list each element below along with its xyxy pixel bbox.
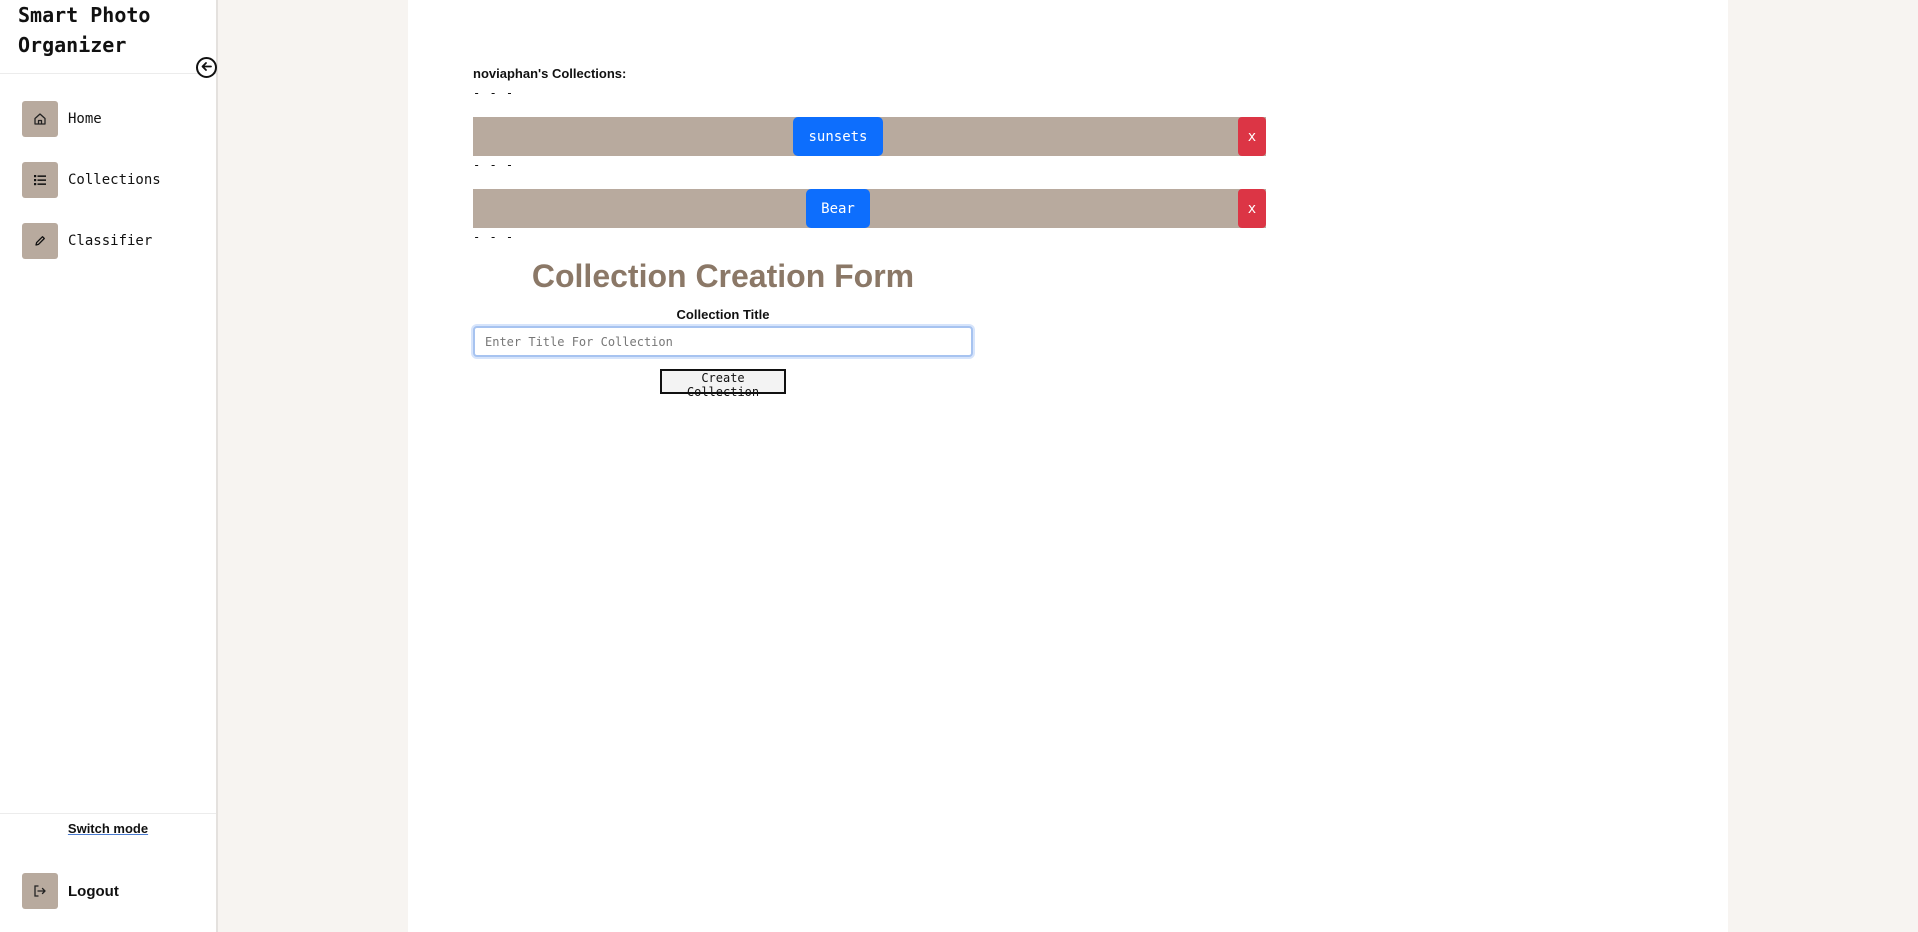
sidebar-item-label: Collections	[68, 172, 161, 188]
separator: - - -	[473, 230, 515, 244]
switch-mode-link[interactable]: Switch mode	[0, 821, 216, 836]
logout-button[interactable]: Logout	[22, 873, 119, 909]
home-icon	[22, 101, 58, 137]
arrow-left-circle-icon	[200, 58, 213, 77]
sidebar-divider	[0, 813, 216, 814]
logout-label: Logout	[68, 882, 119, 900]
pencil-icon	[22, 223, 58, 259]
collection-open-button[interactable]: Bear	[806, 189, 870, 228]
separator: - - -	[473, 158, 515, 172]
sidebar-item-label: Home	[68, 111, 102, 127]
sidebar-item-home[interactable]: Home	[22, 101, 102, 137]
collection-row: Bear x	[473, 189, 1266, 228]
list-icon	[22, 162, 58, 198]
logout-icon	[22, 873, 58, 909]
collection-open-button[interactable]: sunsets	[793, 117, 883, 156]
separator: - - -	[473, 86, 515, 100]
delete-collection-button[interactable]: x	[1238, 117, 1266, 156]
sidebar-item-classifier[interactable]: Classifier	[22, 223, 152, 259]
form-title: Collection Creation Form	[531, 258, 915, 294]
sidebar-item-collections[interactable]: Collections	[22, 162, 161, 198]
create-collection-button[interactable]: Create Collection	[660, 369, 786, 399]
app-title: Smart Photo Organizer	[18, 3, 151, 57]
sidebar: Smart Photo Organizer Home Collections C…	[0, 0, 218, 932]
sidebar-divider	[0, 73, 216, 74]
sidebar-item-label: Classifier	[68, 233, 153, 249]
delete-collection-button[interactable]: x	[1238, 189, 1266, 228]
main-panel: noviaphan's Collections: - - - sunsets x…	[408, 0, 1728, 932]
collection-title-input[interactable]	[473, 326, 973, 357]
collapse-sidebar-button[interactable]	[196, 57, 217, 78]
collections-heading: noviaphan's Collections:	[473, 66, 627, 81]
collection-row: sunsets x	[473, 117, 1266, 156]
collection-title-label: Collection Title	[676, 307, 770, 322]
